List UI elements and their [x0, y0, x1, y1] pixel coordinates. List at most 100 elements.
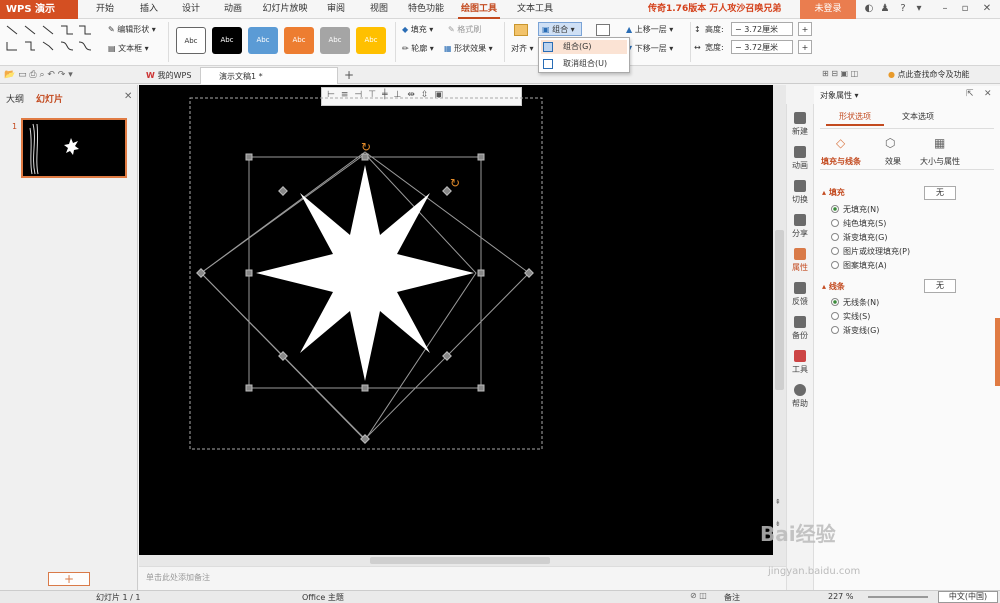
login-button[interactable]: 未登录 [800, 0, 856, 19]
menu-view[interactable]: 视图 [368, 0, 390, 19]
new-tab-button[interactable]: + [344, 67, 354, 83]
command-search[interactable]: ● 点此查找命令及功能 [888, 69, 970, 80]
sidebar-item-help[interactable]: 帮助 [786, 384, 814, 409]
radio-picture-fill[interactable]: 图片或纹理填充(P) [831, 246, 910, 258]
sidebar-item-backup[interactable]: 备份 [786, 316, 814, 341]
height-minus[interactable]: − [735, 25, 744, 34]
maximize-icon[interactable]: ▫ [958, 2, 972, 16]
zoom-slider[interactable] [868, 596, 928, 598]
tab-shape-options[interactable]: 形状选项 [826, 108, 884, 126]
align-button[interactable]: 对齐 ▾ [511, 42, 534, 56]
subtab-size-props[interactable]: 大小与属性 [920, 156, 960, 167]
shape-style-gray[interactable]: Abc [320, 27, 350, 54]
close-icon[interactable]: ✕ [980, 2, 994, 16]
menu-text-tools[interactable]: 文本工具 [514, 0, 556, 19]
shape-style-black[interactable]: Abc [212, 27, 242, 54]
zoom-level[interactable]: 227 % [828, 592, 853, 601]
skin-icon[interactable]: ◐ [862, 2, 876, 16]
radio-no-line[interactable]: 无线条(N) [831, 297, 879, 309]
ime-indicator[interactable]: 中文(中国) [938, 591, 998, 603]
shape-style-orange[interactable]: Abc [284, 27, 314, 54]
radio-gradient-line[interactable]: 渐变线(G) [831, 325, 879, 337]
close-panel-icon[interactable]: ✕ [124, 91, 132, 102]
bring-forward-button[interactable]: ▲ 上移一层 ▾ [626, 23, 673, 37]
eight-point-star[interactable] [256, 165, 474, 381]
shape-effect-button[interactable]: ▦ 形状效果 ▾ [444, 42, 493, 56]
selection-pane-icon[interactable] [596, 24, 610, 36]
sidebar-item-tools[interactable]: 工具 [786, 350, 814, 375]
sidebar-item-feedback[interactable]: 反馈 [786, 282, 814, 307]
size-property-icon[interactable]: ▦ [934, 136, 945, 150]
rotate-handle-icon[interactable]: ↻ [361, 140, 371, 154]
properties-title[interactable]: 对象属性 ▾ [820, 90, 859, 101]
subtab-effect[interactable]: 效果 [885, 156, 901, 167]
menu-item-group[interactable]: 组合(G) [541, 40, 627, 54]
line-dropdown[interactable]: 无 [924, 279, 956, 293]
settings-icon[interactable]: ▾ [912, 2, 926, 16]
width-minus[interactable]: − [735, 43, 744, 52]
tab-slides[interactable]: 幻灯片 [36, 92, 63, 105]
menu-features[interactable]: 特色功能 [405, 0, 447, 19]
help-icon[interactable]: ? [896, 2, 910, 16]
radio-solid-fill[interactable]: 纯色填充(S) [831, 218, 886, 230]
tab-document[interactable]: 演示文稿1 * [200, 67, 338, 84]
props-scroll-indicator[interactable] [995, 318, 1000, 386]
horizontal-scroll-thumb[interactable] [370, 557, 550, 564]
edit-shape-button[interactable]: ✎ 编辑形状 ▾ [108, 23, 156, 37]
menu-item-ungroup[interactable]: 取消组合(U) [541, 57, 627, 71]
pin-icon[interactable]: ⇱ [966, 89, 974, 99]
vertical-scroll-thumb[interactable] [775, 230, 784, 390]
sidebar-item-new[interactable]: 新建 [786, 112, 814, 137]
close-props-icon[interactable]: ✕ [984, 89, 992, 99]
minimize-icon[interactable]: – [938, 2, 952, 16]
shirt-icon[interactable]: ♟ [878, 2, 892, 16]
status-icons[interactable]: ⊘ ◫ [690, 591, 707, 600]
height-plus-button[interactable]: + [798, 22, 812, 36]
quick-access-toolbar[interactable]: 📂 ▭ ⎙ ⌕ ↶ ↷ ▾ [4, 70, 114, 82]
height-input[interactable]: − 3.72厘米 [731, 22, 793, 36]
textbox-button[interactable]: ▤ 文本框 ▾ [108, 42, 149, 56]
radio-no-fill[interactable]: 无填充(N) [831, 204, 879, 216]
radio-solid-line[interactable]: 实线(S) [831, 311, 870, 323]
tab-my-wps[interactable]: W 我的WPS [128, 67, 198, 84]
width-input[interactable]: − 3.72厘米 [731, 40, 793, 54]
shape-style-gold[interactable]: Abc [356, 27, 386, 54]
line-section-header[interactable]: ▴ 线条 [822, 281, 845, 292]
app-logo[interactable]: WPS 演示 [0, 0, 78, 19]
slide-content[interactable]: ↻ ↻ [139, 85, 773, 555]
fill-section-header[interactable]: ▴ 填充 [822, 187, 845, 198]
menu-drawing-tools[interactable]: 绘图工具 [458, 0, 500, 19]
group-button[interactable]: ▣ 组合 ▾ [538, 22, 582, 36]
width-plus-button[interactable]: + [798, 40, 812, 54]
view-toggle-icons[interactable]: ⊞ ⊟ ▣ ◫ [822, 69, 858, 78]
format-brush-button[interactable]: ✎ 格式刷 [448, 23, 481, 37]
fill-dropdown[interactable]: 无 [924, 186, 956, 200]
shape-style-blue[interactable]: Abc [248, 27, 278, 54]
menu-design[interactable]: 设计 [180, 0, 202, 19]
notes-area[interactable] [139, 566, 786, 590]
align-icon[interactable] [514, 24, 528, 36]
menu-home[interactable]: 开始 [94, 0, 116, 19]
subtab-fill-line[interactable]: 填充与线条 [821, 156, 861, 167]
menu-animation[interactable]: 动画 [222, 0, 244, 19]
menu-slideshow[interactable]: 幻灯片放映 [260, 0, 310, 19]
tab-outline[interactable]: 大纲 [6, 92, 24, 105]
fill-line-icon[interactable]: ◇ [836, 136, 845, 150]
notes-placeholder[interactable]: 单击此处添加备注 [146, 572, 210, 583]
menu-review[interactable]: 审阅 [325, 0, 347, 19]
add-slide-button[interactable]: + [48, 572, 90, 586]
notes-toggle[interactable]: 备注 [724, 592, 740, 603]
effect-cube-icon[interactable]: ⬡ [885, 136, 895, 150]
radio-pattern-fill[interactable]: 图案填充(A) [831, 260, 887, 272]
promo-text[interactable]: 传奇1.76版本 万人攻沙召唤兄弟 [648, 0, 781, 19]
sidebar-item-properties[interactable]: 属性 [786, 248, 814, 273]
fill-button[interactable]: ◆ 填充 ▾ [402, 23, 433, 37]
rotate-handle-icon-2[interactable]: ↻ [450, 176, 460, 190]
menu-insert[interactable]: 插入 [138, 0, 160, 19]
send-backward-button[interactable]: ▼ 下移一层 ▾ [626, 42, 673, 56]
tab-text-options[interactable]: 文本选项 [890, 108, 946, 126]
outline-button[interactable]: ✏ 轮廓 ▾ [402, 42, 434, 56]
sidebar-item-share[interactable]: 分享 [786, 214, 814, 239]
shape-gallery[interactable] [4, 22, 96, 56]
radio-gradient-fill[interactable]: 渐变填充(G) [831, 232, 887, 244]
